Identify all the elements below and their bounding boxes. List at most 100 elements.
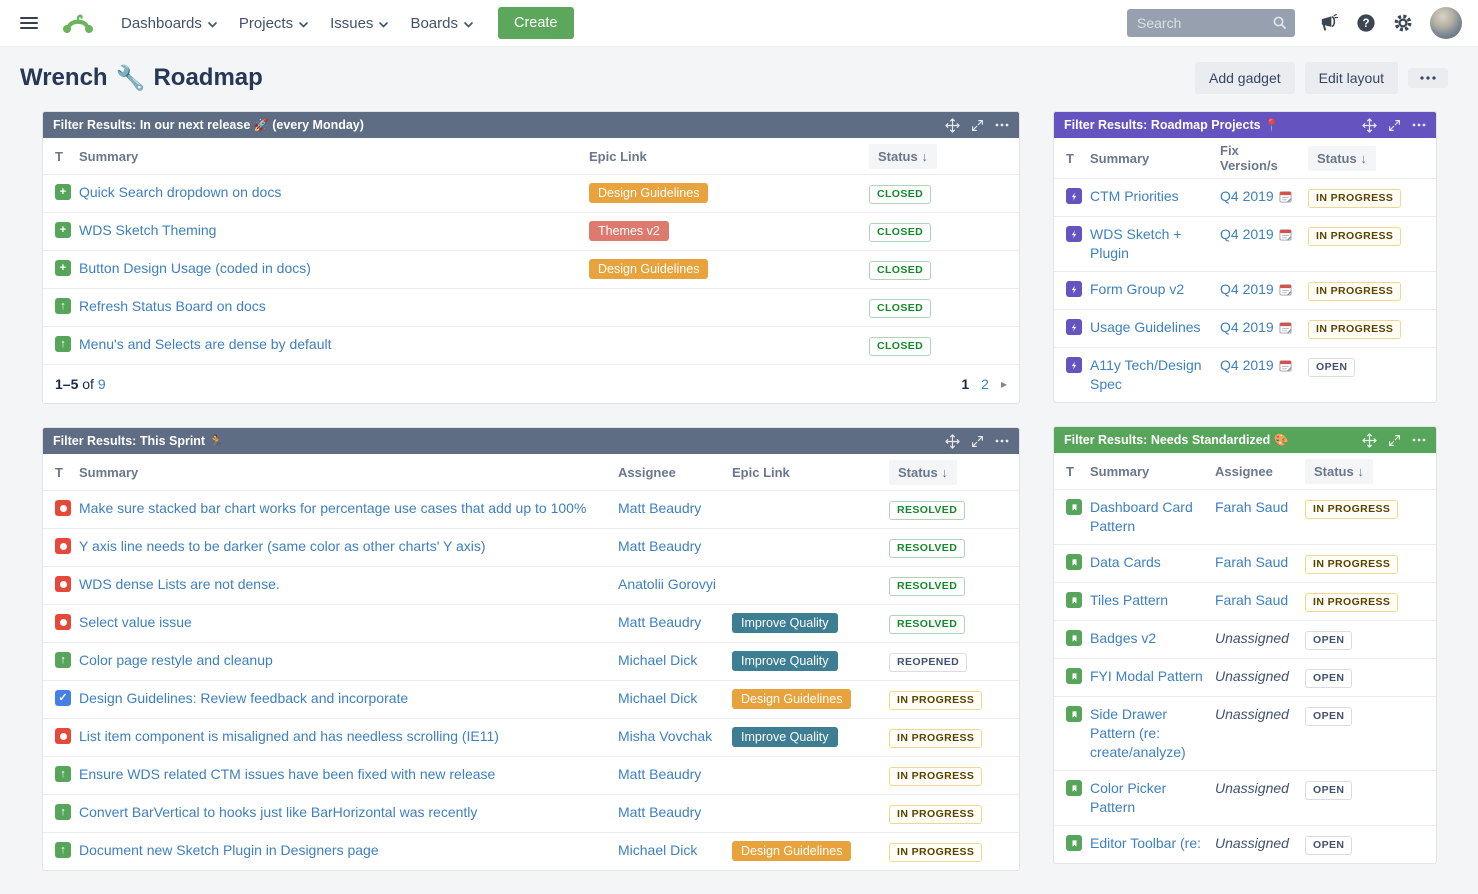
assignee-link[interactable]: Farah Saud — [1215, 592, 1288, 608]
column-header-status[interactable]: Status ↓ — [869, 144, 1007, 169]
epic-link-badge[interactable]: Themes v2 — [589, 221, 669, 241]
fix-version-link[interactable]: Q4 2019 — [1220, 226, 1274, 242]
issue-summary-link[interactable]: Side Drawer Pattern (re: create/analyze) — [1090, 706, 1186, 760]
issue-summary-link[interactable]: Make sure stacked bar chart works for pe… — [79, 500, 586, 516]
fix-version-link[interactable]: Q4 2019 — [1220, 188, 1274, 204]
hamburger-menu-icon[interactable] — [16, 10, 42, 36]
move-icon[interactable] — [945, 434, 960, 449]
column-header-summary[interactable]: Summary — [1090, 151, 1220, 166]
help-icon[interactable]: ? — [1356, 13, 1376, 33]
move-icon[interactable] — [945, 118, 960, 133]
column-header-fix_version[interactable]: Fix Version/s — [1220, 143, 1308, 173]
epic-link-badge[interactable]: Improve Quality — [732, 727, 838, 747]
issue-summary-link[interactable]: Editor Toolbar (re: — [1090, 835, 1201, 851]
assignee-link[interactable]: Anatolii Gorovyi — [618, 576, 716, 592]
issue-summary-link[interactable]: List item component is misaligned and ha… — [79, 728, 499, 744]
more-icon[interactable] — [995, 123, 1009, 127]
column-header-epic[interactable]: Epic Link — [732, 465, 889, 480]
maximize-icon[interactable] — [971, 119, 984, 132]
maximize-icon[interactable] — [1388, 119, 1401, 132]
epic-link-badge[interactable]: Design Guidelines — [732, 689, 851, 709]
column-header-status[interactable]: Status ↓ — [889, 460, 1007, 485]
issue-summary-link[interactable]: A11y Tech/Design Spec — [1090, 357, 1202, 392]
issue-summary-link[interactable]: Button Design Usage (coded in docs) — [79, 260, 311, 276]
issue-summary-link[interactable]: Menu's and Selects are dense by default — [79, 336, 332, 352]
column-header-summary[interactable]: Summary — [1090, 464, 1215, 479]
issue-summary-link[interactable]: WDS Sketch Theming — [79, 222, 216, 238]
nav-item-issues[interactable]: Issues — [319, 9, 399, 38]
assignee-link[interactable]: Matt Beaudry — [618, 766, 701, 782]
issue-summary-link[interactable]: WDS dense Lists are not dense. — [79, 576, 280, 592]
add-gadget-button[interactable]: Add gadget — [1195, 62, 1295, 94]
issue-summary-link[interactable]: Badges v2 — [1090, 630, 1156, 646]
assignee-link[interactable]: Farah Saud — [1215, 499, 1288, 515]
epic-link-badge[interactable]: Design Guidelines — [589, 259, 708, 279]
issue-summary-link[interactable]: WDS Sketch + Plugin — [1090, 226, 1181, 261]
fix-version-link[interactable]: Q4 2019 — [1220, 281, 1274, 297]
maximize-icon[interactable] — [1388, 434, 1401, 447]
column-header-assignee[interactable]: Assignee — [618, 465, 732, 480]
more-icon[interactable] — [1412, 438, 1426, 442]
user-avatar[interactable] — [1430, 7, 1462, 39]
next-page-icon[interactable]: ▸ — [1001, 377, 1007, 391]
column-header-status[interactable]: Status ↓ — [1305, 459, 1424, 484]
assignee-link[interactable]: Matt Beaudry — [618, 538, 701, 554]
assignee-link[interactable]: Matt Beaudry — [618, 500, 701, 516]
assignee-link[interactable]: Misha Vovchak — [618, 728, 712, 744]
fix-version-link[interactable]: Q4 2019 — [1220, 357, 1274, 373]
issue-summary-link[interactable]: Tiles Pattern — [1090, 592, 1168, 608]
move-icon[interactable] — [1362, 433, 1377, 448]
column-header-assignee[interactable]: Assignee — [1215, 464, 1305, 479]
column-header-type[interactable]: T — [55, 149, 79, 164]
assignee-link[interactable]: Michael Dick — [618, 652, 697, 668]
move-icon[interactable] — [1362, 118, 1377, 133]
search-input[interactable] — [1127, 9, 1295, 37]
epic-link-badge[interactable]: Improve Quality — [732, 651, 838, 671]
assignee-link[interactable]: Michael Dick — [618, 842, 697, 858]
epic-link-badge[interactable]: Improve Quality — [732, 613, 838, 633]
column-header-summary[interactable]: Summary — [79, 465, 618, 480]
assignee-link[interactable]: Michael Dick — [618, 690, 697, 706]
announcements-icon[interactable] — [1318, 13, 1339, 33]
issue-summary-link[interactable]: Select value issue — [79, 614, 192, 630]
column-header-type[interactable]: T — [55, 465, 79, 480]
issue-summary-link[interactable]: Design Guidelines: Review feedback and i… — [79, 690, 408, 706]
nav-item-projects[interactable]: Projects — [228, 9, 319, 38]
column-header-type[interactable]: T — [1066, 464, 1090, 479]
issue-summary-link[interactable]: Refresh Status Board on docs — [79, 298, 266, 314]
column-header-epic[interactable]: Epic Link — [589, 149, 869, 164]
more-icon[interactable] — [1412, 123, 1426, 127]
issue-summary-link[interactable]: Usage Guidelines — [1090, 319, 1201, 335]
epic-link-badge[interactable]: Design Guidelines — [589, 183, 708, 203]
results-total-link[interactable]: 9 — [98, 376, 106, 392]
page-2-link[interactable]: 2 — [981, 376, 989, 392]
settings-icon[interactable] — [1393, 13, 1413, 33]
issue-summary-link[interactable]: Ensure WDS related CTM issues have been … — [79, 766, 495, 782]
issue-summary-link[interactable]: Form Group v2 — [1090, 281, 1184, 297]
issue-summary-link[interactable]: Convert BarVertical to hooks just like B… — [79, 804, 477, 820]
column-header-summary[interactable]: Summary — [79, 149, 589, 164]
issue-summary-link[interactable]: Data Cards — [1090, 554, 1161, 570]
issue-summary-link[interactable]: Dashboard Card Pattern — [1090, 499, 1193, 534]
issue-summary-link[interactable]: Quick Search dropdown on docs — [79, 184, 281, 200]
issue-summary-link[interactable]: Y axis line needs to be darker (same col… — [79, 538, 486, 554]
fix-version-link[interactable]: Q4 2019 — [1220, 319, 1274, 335]
nav-item-dashboards[interactable]: Dashboards — [110, 9, 228, 38]
assignee-link[interactable]: Matt Beaudry — [618, 614, 701, 630]
nav-item-boards[interactable]: Boards — [399, 9, 484, 38]
issue-summary-link[interactable]: Color Picker Pattern — [1090, 780, 1166, 815]
issue-summary-link[interactable]: Document new Sketch Plugin in Designers … — [79, 842, 379, 858]
column-header-type[interactable]: T — [1066, 151, 1090, 166]
dashboard-more-icon[interactable] — [1408, 68, 1448, 88]
maximize-icon[interactable] — [971, 435, 984, 448]
create-button[interactable]: Create — [498, 7, 574, 39]
surveymonkey-logo[interactable] — [60, 8, 96, 38]
column-header-status[interactable]: Status ↓ — [1308, 146, 1424, 171]
issue-summary-link[interactable]: FYI Modal Pattern — [1090, 668, 1203, 684]
issue-summary-link[interactable]: CTM Priorities — [1090, 188, 1179, 204]
assignee-link[interactable]: Matt Beaudry — [618, 804, 701, 820]
edit-layout-button[interactable]: Edit layout — [1305, 62, 1398, 94]
assignee-link[interactable]: Farah Saud — [1215, 554, 1288, 570]
epic-link-badge[interactable]: Design Guidelines — [732, 841, 851, 861]
more-icon[interactable] — [995, 439, 1009, 443]
